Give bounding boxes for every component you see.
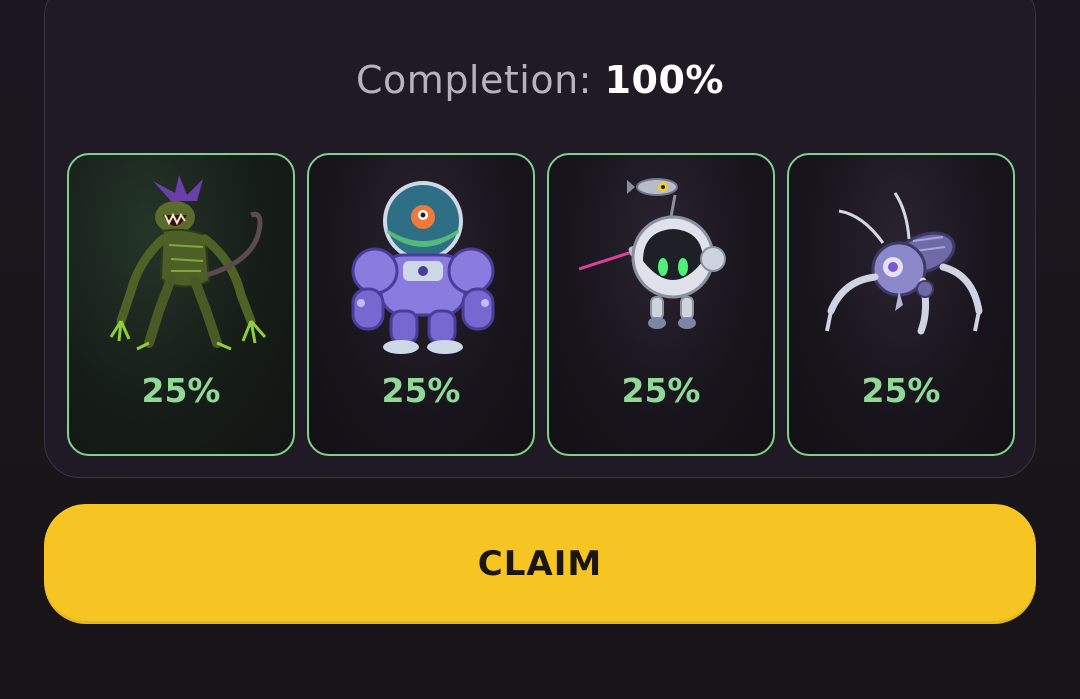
completion-label: Completion: [356, 58, 592, 102]
card-percent: 25% [141, 371, 221, 410]
claim-button[interactable]: CLAIM [44, 504, 1036, 624]
card-percent: 25% [381, 371, 461, 410]
character-card-drone[interactable]: 25% [547, 153, 775, 456]
orb-drone-robot-icon [578, 178, 726, 329]
diving-suit-robot-icon [351, 181, 495, 354]
card-percent: 25% [621, 371, 701, 410]
character-cards: 25% 25% 25% 25% [67, 153, 1015, 456]
character-card-spider[interactable]: 25% [787, 153, 1015, 456]
character-card-mutant[interactable]: 25% [67, 153, 295, 456]
completion-status: Completion: 100% [0, 58, 1080, 102]
mutant-creature-icon [109, 175, 267, 351]
spider-bot-icon [825, 192, 983, 335]
card-percent: 25% [861, 371, 941, 410]
completion-value: 100% [604, 58, 724, 102]
character-card-diver[interactable]: 25% [307, 153, 535, 456]
